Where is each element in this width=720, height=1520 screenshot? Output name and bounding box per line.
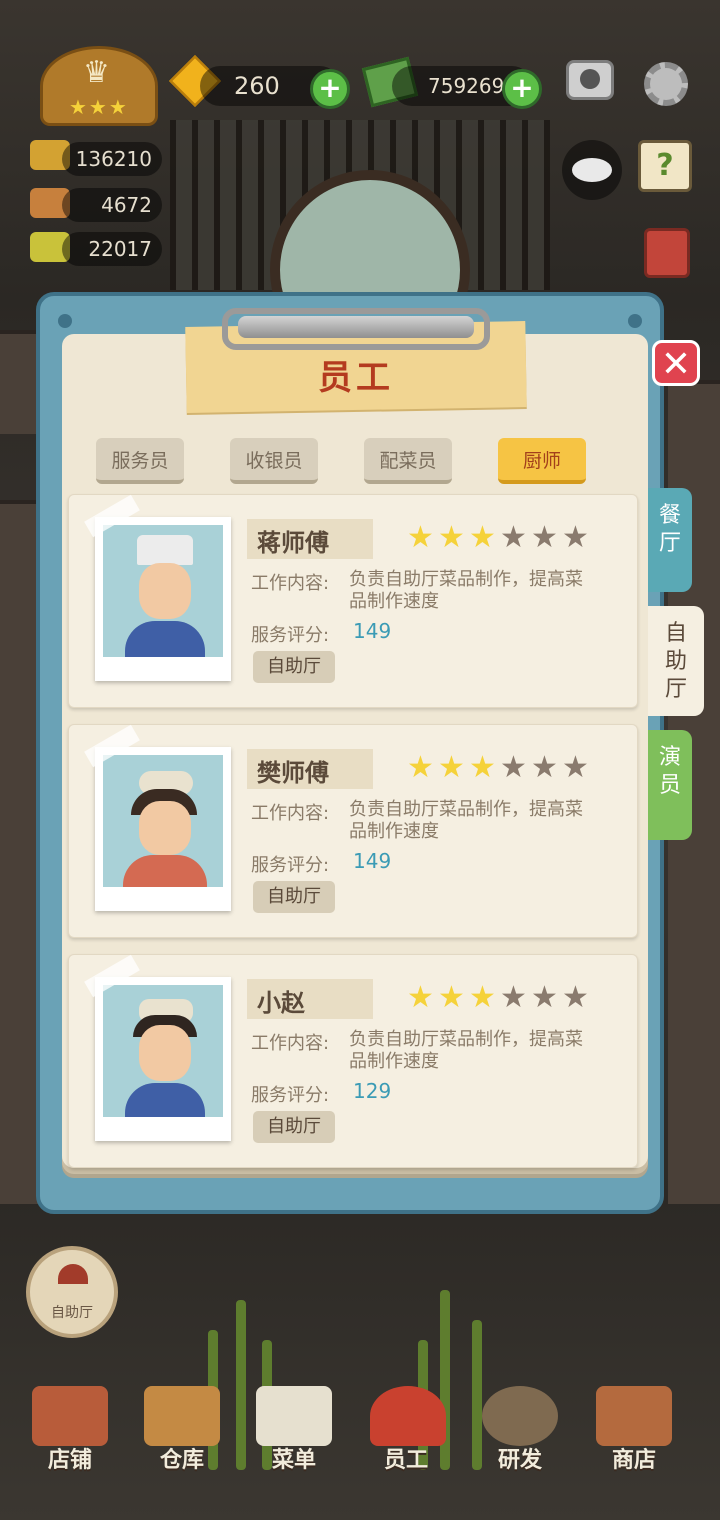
nav-warehouse[interactable]: 仓库 <box>136 1440 228 1482</box>
score-value: 129 <box>353 1079 392 1103</box>
score-value: 149 <box>353 849 392 873</box>
star-rating: ★ ★ ★ ★ ★ ★ <box>407 523 597 553</box>
nav-shop[interactable]: 店铺 <box>24 1440 116 1482</box>
star-empty-icon: ★ <box>500 980 527 1015</box>
stat-value-3: 22017 <box>62 232 162 266</box>
store-awning-icon <box>596 1386 672 1446</box>
star-filled-icon: ★ <box>438 980 465 1015</box>
star-rating: ★ ★ ★ ★ ★ ★ <box>407 983 597 1013</box>
star-filled-icon: ★ <box>469 520 496 555</box>
staff-name: 樊师傅 <box>257 759 329 787</box>
buffet-hall-label: 自助厅 <box>51 1305 93 1321</box>
panel-title: 员工 <box>318 358 394 398</box>
score-value: 149 <box>353 619 392 643</box>
job-label: 工作内容: <box>251 803 330 824</box>
venue-tag: 自助厅 <box>253 881 335 913</box>
staff-card[interactable]: 小赵 ★ ★ ★ ★ ★ ★ 工作内容: 负责自助厅菜品制作，提高菜品制作速度 … <box>68 954 638 1168</box>
nav-research[interactable]: 研发 <box>474 1440 566 1482</box>
nav-staff[interactable]: 员工 <box>360 1440 452 1482</box>
star-rating: ★ ★ ★ ★ ★ ★ <box>407 753 597 783</box>
staff-name: 蒋师傅 <box>257 529 329 557</box>
left-wall-decor <box>0 330 40 434</box>
buffet-hall-button[interactable] <box>26 1246 118 1338</box>
research-pot-icon <box>482 1386 558 1446</box>
star-filled-icon: ★ <box>438 520 465 555</box>
star-filled-icon: ★ <box>438 750 465 785</box>
left-kitchen-shelf <box>0 500 40 1204</box>
venue-tag: 自助厅 <box>253 651 335 683</box>
add-money-button[interactable]: + <box>502 69 542 109</box>
star-filled-icon: ★ <box>407 980 434 1015</box>
star-empty-icon: ★ <box>531 980 558 1015</box>
star-empty-icon: ★ <box>531 520 558 555</box>
venue-tag: 自助厅 <box>253 1111 335 1143</box>
staff-photo <box>95 517 231 681</box>
star-empty-icon: ★ <box>531 750 558 785</box>
top-bar: ♛ ★★★ 260 + 7592693 + <box>0 0 720 126</box>
tab-chef[interactable]: 厨师 <box>498 438 586 484</box>
nav-menu[interactable]: 菜单 <box>248 1440 340 1482</box>
stat-value-2: 4672 <box>62 188 162 222</box>
tab-waiter[interactable]: 服务员 <box>96 438 184 484</box>
side-tab-restaurant[interactable]: 餐厅 <box>648 488 692 592</box>
job-label: 工作内容: <box>251 573 330 594</box>
star-filled-icon: ★ <box>469 980 496 1015</box>
score-label: 服务评分: <box>251 1085 330 1106</box>
menu-clipboard-icon <box>256 1386 332 1446</box>
eye-icon <box>572 158 612 182</box>
star-empty-icon: ★ <box>500 520 527 555</box>
staff-photo <box>95 977 231 1141</box>
star-empty-icon: ★ <box>500 750 527 785</box>
star-empty-icon: ★ <box>562 980 589 1015</box>
staff-photo <box>95 747 231 911</box>
star-empty-icon: ★ <box>562 750 589 785</box>
camera-icon[interactable] <box>566 60 614 100</box>
score-label: 服务评分: <box>251 855 330 876</box>
shop-building-icon <box>32 1386 108 1446</box>
staff-waitress-icon <box>370 1386 446 1446</box>
job-description: 负责自助厅菜品制作，提高菜品制作速度 <box>349 569 583 612</box>
staff-card[interactable]: 蒋师傅 ★ ★ ★ ★ ★ ★ 工作内容: 负责自助厅菜品制作，提高菜品制作速度… <box>68 494 638 708</box>
crown-icon: ♛ <box>83 55 110 90</box>
tab-prep-cook[interactable]: 配菜员 <box>364 438 452 484</box>
tab-cashier[interactable]: 收银员 <box>230 438 318 484</box>
warehouse-boxes-icon <box>144 1386 220 1446</box>
rank-stars-icon: ★★★ <box>69 95 129 119</box>
clipboard-clip <box>222 308 490 350</box>
staff-name: 小赵 <box>257 989 305 1017</box>
nav-store[interactable]: 商店 <box>588 1440 680 1482</box>
rivet-left <box>58 314 72 328</box>
help-book-icon[interactable]: ? <box>638 140 692 192</box>
star-filled-icon: ★ <box>407 520 434 555</box>
star-filled-icon: ★ <box>407 750 434 785</box>
restaurant-rank-badge[interactable]: ♛ ★★★ <box>40 46 158 126</box>
rivet-right <box>628 314 642 328</box>
star-filled-icon: ★ <box>469 750 496 785</box>
job-description: 负责自助厅菜品制作，提高菜品制作速度 <box>349 799 583 842</box>
side-tab-performer[interactable]: 演员 <box>648 730 692 840</box>
close-button[interactable]: ✕ <box>652 340 700 386</box>
job-description: 负责自助厅菜品制作，提高菜品制作速度 <box>349 1029 583 1072</box>
staff-card[interactable]: 樊师傅 ★ ★ ★ ★ ★ ★ 工作内容: 负责自助厅菜品制作，提高菜品制作速度… <box>68 724 638 938</box>
settings-gear-icon[interactable] <box>644 62 688 106</box>
eye-view-button[interactable] <box>562 140 622 200</box>
stat-value-1: 136210 <box>62 142 162 176</box>
star-empty-icon: ★ <box>562 520 589 555</box>
dish-cover-icon <box>58 1264 88 1284</box>
job-label: 工作内容: <box>251 1033 330 1054</box>
add-gems-button[interactable]: + <box>310 69 350 109</box>
score-label: 服务评分: <box>251 625 330 646</box>
recipe-book-icon[interactable] <box>644 228 690 278</box>
side-tab-buffet[interactable]: 自助厅 <box>648 606 704 716</box>
